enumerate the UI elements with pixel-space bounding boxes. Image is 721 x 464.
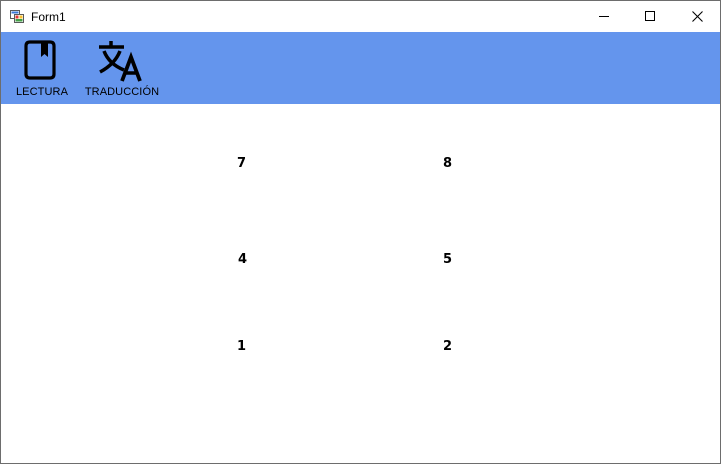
number-label-1: 1	[237, 339, 247, 354]
number-label-2: 2	[443, 339, 453, 354]
toolbar: LECTURA TRADUCCIÓN	[1, 32, 720, 104]
close-button[interactable]	[674, 1, 720, 32]
minimize-button[interactable]	[581, 1, 627, 32]
number-label-7: 7	[237, 156, 247, 171]
number-label-5: 5	[443, 252, 453, 267]
book-icon	[24, 40, 56, 80]
maximize-button[interactable]	[627, 1, 673, 32]
window-title: Form1	[31, 10, 66, 24]
title-bar[interactable]: Form1	[1, 1, 720, 32]
traduccion-label: TRADUCCIÓN	[84, 86, 160, 98]
traduccion-button[interactable]: TRADUCCIÓN	[81, 32, 163, 104]
main-content: 7 8 4 5 1 2	[1, 104, 720, 463]
minimize-icon	[598, 16, 609, 17]
translate-icon	[99, 41, 142, 82]
winforms-app-icon	[10, 10, 24, 23]
close-icon	[691, 11, 703, 22]
number-label-4: 4	[238, 252, 248, 267]
number-label-8: 8	[443, 156, 453, 171]
lectura-button[interactable]: LECTURA	[11, 32, 73, 104]
maximize-icon	[644, 11, 655, 21]
lectura-label: LECTURA	[15, 86, 69, 98]
app-window: Form1 LECTURA TRADUCCIÓN 7 8 4 5 1 2	[0, 0, 721, 464]
